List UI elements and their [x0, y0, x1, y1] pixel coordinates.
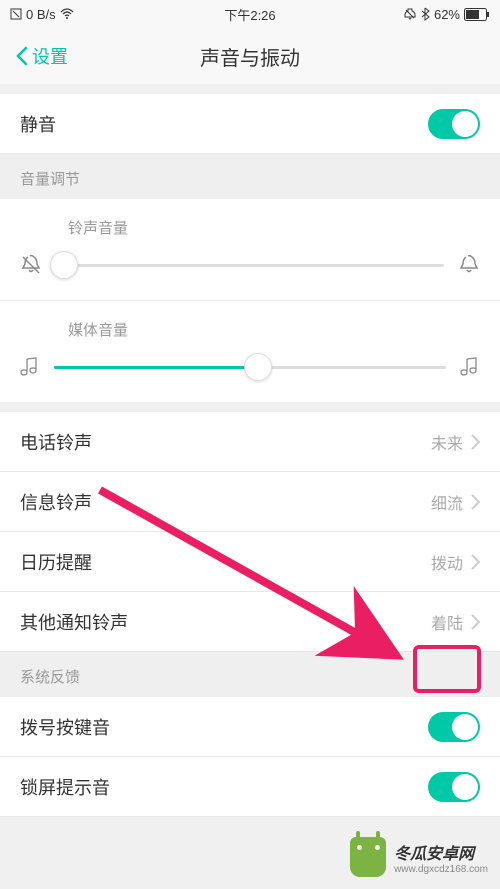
no-sim-icon	[10, 8, 22, 20]
music-note-icon	[20, 356, 40, 378]
watermark: 冬瓜安卓网 www.dgxcdz168.com	[350, 837, 488, 877]
bell-icon	[458, 254, 480, 276]
chevron-right-icon	[471, 554, 480, 570]
dialpad-sound-label: 拨号按键音	[20, 714, 110, 740]
volume-section-header: 音量调节	[0, 154, 500, 199]
media-volume-section: 媒体音量	[0, 300, 500, 402]
dnd-icon	[404, 8, 416, 20]
other-ringtone-label: 其他通知铃声	[20, 609, 128, 635]
status-bar: 0 B/s 下午2:26 62%	[0, 0, 500, 28]
phone-ringtone-row[interactable]: 电话铃声 未来	[0, 412, 500, 472]
feedback-section-header: 系统反馈	[0, 652, 500, 697]
phone-ringtone-label: 电话铃声	[20, 429, 92, 455]
nav-bar: 设置 声音与振动	[0, 28, 500, 84]
music-note-icon	[460, 356, 480, 378]
message-ringtone-row[interactable]: 信息铃声 细流	[0, 472, 500, 532]
separator	[0, 402, 500, 412]
mute-label: 静音	[20, 111, 56, 137]
battery-pct: 62%	[434, 7, 460, 22]
page-title: 声音与振动	[200, 42, 300, 71]
net-speed: 0 B/s	[26, 7, 56, 22]
other-ringtone-row[interactable]: 其他通知铃声 着陆	[0, 592, 500, 652]
ringtone-volume-section: 铃声音量	[0, 199, 500, 300]
message-ringtone-label: 信息铃声	[20, 489, 92, 515]
other-ringtone-value: 着陆	[431, 610, 463, 634]
separator	[0, 84, 500, 94]
back-label: 设置	[32, 43, 68, 69]
mute-row: 静音	[0, 94, 500, 154]
bluetooth-icon	[420, 7, 430, 21]
message-ringtone-value: 细流	[431, 490, 463, 514]
ringtone-volume-label: 铃声音量	[68, 217, 480, 238]
back-button[interactable]: 设置	[16, 43, 68, 69]
calendar-ringtone-value: 拨动	[431, 550, 463, 574]
lockscreen-sound-toggle[interactable]	[428, 772, 480, 802]
chevron-right-icon	[471, 434, 480, 450]
ringtone-volume-slider[interactable]	[56, 264, 444, 267]
chevron-right-icon	[471, 614, 480, 630]
battery-icon	[464, 8, 490, 21]
dialpad-sound-row: 拨号按键音	[0, 697, 500, 757]
status-time: 下午2:26	[224, 5, 275, 24]
dialpad-sound-toggle[interactable]	[428, 712, 480, 742]
chevron-right-icon	[471, 494, 480, 510]
watermark-title: 冬瓜安卓网	[394, 840, 488, 864]
bell-off-icon	[20, 254, 42, 276]
mute-toggle[interactable]	[428, 109, 480, 139]
watermark-url: www.dgxcdz168.com	[394, 864, 488, 875]
android-mascot-icon	[350, 837, 386, 877]
calendar-ringtone-label: 日历提醒	[20, 549, 92, 575]
wifi-icon	[60, 8, 74, 20]
media-volume-slider[interactable]	[54, 366, 446, 369]
phone-ringtone-value: 未来	[431, 430, 463, 454]
lockscreen-sound-label: 锁屏提示音	[20, 774, 110, 800]
calendar-ringtone-row[interactable]: 日历提醒 拨动	[0, 532, 500, 592]
media-volume-label: 媒体音量	[68, 319, 480, 340]
chevron-left-icon	[16, 46, 28, 66]
lockscreen-sound-row: 锁屏提示音	[0, 757, 500, 817]
